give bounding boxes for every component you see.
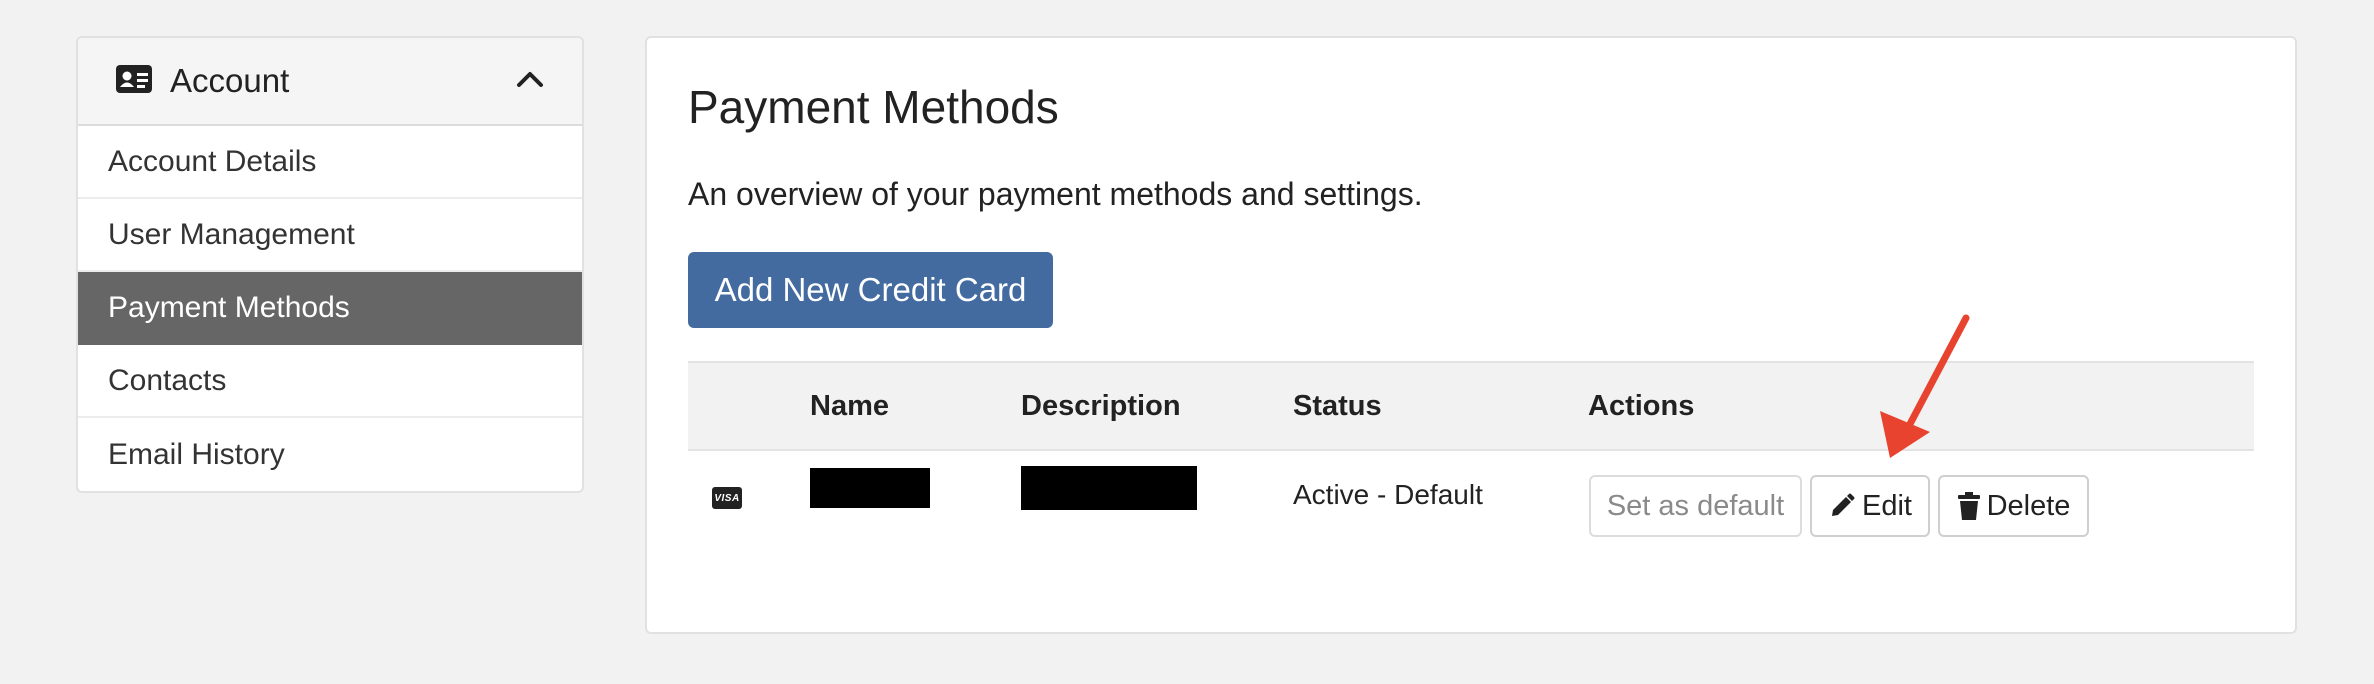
delete-button[interactable]: Delete [1938, 475, 2089, 537]
sidebar-item-contacts[interactable]: Contacts [78, 345, 582, 418]
table-header: Name Description Status Actions [688, 361, 2254, 451]
page-subtitle: An overview of your payment methods and … [688, 176, 1423, 212]
column-header-name: Name [810, 389, 889, 422]
edit-button-label: Edit [1862, 489, 1912, 522]
sidebar-item-label: User Management [108, 217, 355, 251]
status-text: Active - Default [1293, 479, 1483, 510]
column-header-status: Status [1293, 389, 1382, 422]
table-row: VISA Active - Default Set as default Edi… [688, 451, 2254, 551]
visa-icon: VISA [712, 487, 742, 509]
redacted-description [1021, 466, 1197, 510]
payment-methods-table: Name Description Status Actions VISA Act… [688, 361, 2254, 551]
column-header-actions: Actions [1588, 389, 1695, 422]
sidebar-item-email-history[interactable]: Email History [78, 418, 582, 491]
set-default-button[interactable]: Set as default [1589, 475, 1802, 537]
edit-button[interactable]: Edit [1810, 475, 1930, 537]
sidebar-item-label: Payment Methods [108, 290, 350, 324]
delete-button-label: Delete [1986, 489, 2071, 522]
sidebar-item-payment-methods[interactable]: Payment Methods [78, 272, 582, 345]
sidebar-item-account-details[interactable]: Account Details [78, 126, 582, 199]
add-credit-card-button[interactable]: Add New Credit Card [688, 252, 1053, 328]
account-sidebar: Account Account Details User Management … [76, 36, 584, 493]
sidebar-item-label: Account Details [108, 144, 317, 178]
id-card-icon [116, 64, 152, 98]
redacted-name [810, 468, 930, 508]
sidebar-item-label: Contacts [108, 363, 227, 397]
account-section-title: Account [170, 62, 290, 99]
account-section-header[interactable]: Account [78, 38, 582, 126]
pencil-icon [1832, 493, 1855, 516]
chevron-up-icon[interactable] [516, 70, 544, 93]
trash-icon [1957, 492, 1980, 520]
sidebar-item-label: Email History [108, 437, 285, 471]
sidebar-item-user-management[interactable]: User Management [78, 199, 582, 272]
column-header-description: Description [1021, 389, 1181, 422]
payment-methods-panel: Payment Methods An overview of your paym… [645, 36, 2297, 634]
page-title: Payment Methods [688, 81, 1059, 133]
